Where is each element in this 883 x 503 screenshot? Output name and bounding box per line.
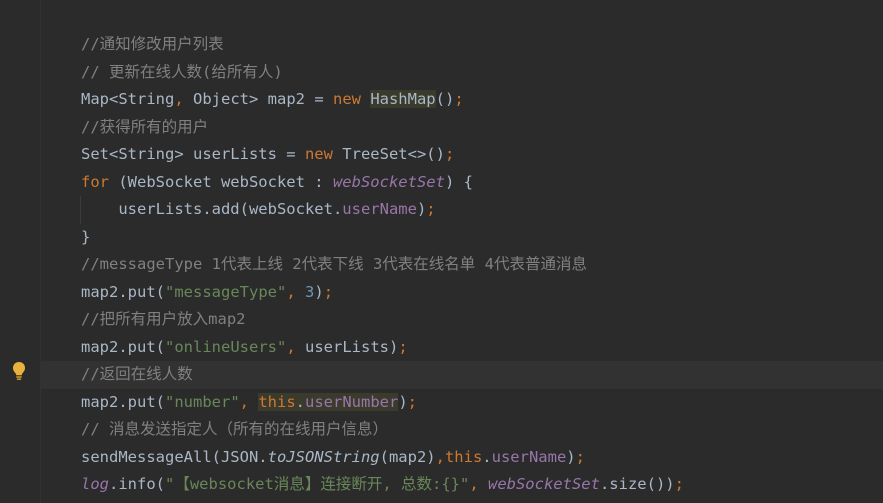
code-line[interactable]: sendMessageAll(JSON.toJSONString(map2),t… xyxy=(41,444,883,472)
code-token: webSocketSet xyxy=(332,172,445,191)
code-text: //把所有用户放入map2 xyxy=(81,306,246,334)
code-text: userLists.add(webSocket.userName); xyxy=(81,196,436,224)
code-line[interactable]: //把所有用户放入map2 xyxy=(41,306,883,334)
code-token: webSocketSet xyxy=(487,475,600,493)
code-token: HashMap xyxy=(370,90,436,108)
code-token: userNumber xyxy=(305,392,399,411)
code-token: Object> map2 = xyxy=(183,90,333,108)
code-token: new xyxy=(304,145,343,163)
code-token: ; xyxy=(454,90,464,108)
code-text: } xyxy=(81,224,90,252)
code-text: log.info("【websocket消息】连接断开, 总数:{}", web… xyxy=(81,471,684,499)
code-token: } xyxy=(81,227,91,246)
code-token: ) xyxy=(314,282,324,301)
code-token: 3 xyxy=(305,282,315,301)
code-token: // 消息发送指定人（所有的在线用户信息） xyxy=(81,420,388,438)
code-token: , xyxy=(469,475,488,493)
code-token: this xyxy=(444,447,483,466)
code-text: //通知修改用户列表 xyxy=(81,31,224,59)
editor-gutter xyxy=(0,0,41,503)
code-token: "number" xyxy=(165,392,240,411)
code-token: // 更新在线人数(给所有人) xyxy=(81,62,283,81)
code-line[interactable]: //返回在线人数 xyxy=(41,361,883,389)
code-line[interactable]: //messageType 1代表上线 2代表下线 3代表在线名单 4代表普通消… xyxy=(41,251,883,279)
code-token: ; xyxy=(444,145,455,163)
code-text: Set<String> userLists = new TreeSet<>(); xyxy=(81,141,454,169)
code-token: . xyxy=(482,447,492,466)
code-token: //把所有用户放入map2 xyxy=(81,310,246,328)
code-token: ; xyxy=(426,200,436,218)
code-line[interactable]: } xyxy=(41,224,883,252)
code-line[interactable]: map2.put("number", this.userNumber); xyxy=(41,389,883,417)
code-token: for xyxy=(81,172,119,191)
code-token: userLists) xyxy=(305,337,399,356)
code-text: sendMessageAll(JSON.toJSONString(map2),t… xyxy=(81,444,585,472)
code-token: sendMessageAll(JSON. xyxy=(81,447,268,466)
code-text: for (WebSocket webSocket : webSocketSet)… xyxy=(81,169,473,197)
code-text: //messageType 1代表上线 2代表下线 3代表在线名单 4代表普通消… xyxy=(81,251,587,279)
code-line[interactable]: userLists.add(webSocket.userName); xyxy=(41,196,883,224)
code-line[interactable]: // 更新在线人数(给所有人) xyxy=(41,59,883,87)
code-token: , xyxy=(174,90,184,108)
code-text: map2.put("number", this.userNumber); xyxy=(81,389,417,417)
code-line[interactable]: Map<String, Object> map2 = new HashMap()… xyxy=(41,86,883,114)
code-token: (WebSocket webSocket : xyxy=(118,172,333,191)
code-line[interactable]: // 消息发送指定人（所有的在线用户信息） xyxy=(41,416,883,444)
code-token: ; xyxy=(407,392,418,411)
code-line[interactable]: //获得所有的用户 xyxy=(41,114,883,142)
code-token: log xyxy=(81,475,109,493)
code-token: //获得所有的用户 xyxy=(81,117,209,136)
code-line[interactable]: //通知修改用户列表 xyxy=(41,31,883,59)
code-token: TreeSet<>() xyxy=(342,145,445,163)
code-token: userLists.add(webSocket. xyxy=(81,200,343,218)
code-token: toJSONString xyxy=(267,447,380,466)
code-token: ; xyxy=(323,282,334,301)
code-token: new xyxy=(332,90,371,108)
code-text: map2.put("messageType", 3); xyxy=(81,279,333,307)
code-text: //返回在线人数 xyxy=(81,361,193,389)
code-token: Map<String xyxy=(81,90,175,108)
code-token: .size()) xyxy=(599,475,675,493)
code-token: "onlineUsers" xyxy=(165,337,287,356)
code-token: , xyxy=(286,337,305,356)
code-text: // 更新在线人数(给所有人) xyxy=(81,59,283,87)
code-token: ; xyxy=(674,475,684,493)
code-token: ) xyxy=(398,392,408,411)
code-text: map2.put("onlineUsers", userLists); xyxy=(81,334,408,362)
code-token: ; xyxy=(398,337,408,356)
code-text: //获得所有的用户 xyxy=(81,114,208,142)
code-token: ) { xyxy=(444,172,473,191)
code-line[interactable]: map2.put("messageType", 3); xyxy=(41,279,883,307)
code-token: "messageType" xyxy=(165,282,287,301)
code-line[interactable]: log.info("【websocket消息】连接断开, 总数:{}", web… xyxy=(41,471,883,499)
code-token: (map2) xyxy=(379,447,436,466)
code-token: map2.put( xyxy=(81,282,165,301)
code-line[interactable]: for (WebSocket webSocket : webSocketSet)… xyxy=(41,169,883,197)
code-token: map2.put( xyxy=(81,392,165,411)
code-token: //messageType 1代表上线 2代表下线 3代表在线名单 4代表普通消… xyxy=(81,255,587,273)
code-token: . xyxy=(295,392,305,411)
code-token: ) xyxy=(566,447,576,466)
code-token: Set<String> userLists = xyxy=(81,145,305,163)
code-token: //通知修改用户列表 xyxy=(81,35,224,53)
code-token: ; xyxy=(575,447,585,466)
code-token: , xyxy=(435,447,445,466)
code-text: Map<String, Object> map2 = new HashMap()… xyxy=(81,86,464,114)
code-token: , xyxy=(286,282,305,301)
code-token: map2.put( xyxy=(81,337,165,356)
code-token: () xyxy=(435,90,455,108)
code-token: userName xyxy=(491,447,567,466)
code-token: , xyxy=(239,392,259,411)
code-line[interactable]: map2.put("onlineUsers", userLists); xyxy=(41,334,883,362)
code-token: "【websocket消息】连接断开, 总数:{}" xyxy=(165,475,470,493)
code-token: .info( xyxy=(109,475,165,493)
code-token: //返回在线人数 xyxy=(81,365,193,383)
code-line[interactable]: Set<String> userLists = new TreeSet<>(); xyxy=(41,141,883,169)
code-token: ) xyxy=(416,200,427,218)
lightbulb-icon[interactable] xyxy=(11,361,27,381)
code-token: userName xyxy=(342,200,417,218)
code-text: // 消息发送指定人（所有的在线用户信息） xyxy=(81,416,388,444)
code-token: this xyxy=(258,392,296,411)
code-editor[interactable]: //通知修改用户列表 // 更新在线人数(给所有人) Map<String, Obj… xyxy=(41,0,883,503)
